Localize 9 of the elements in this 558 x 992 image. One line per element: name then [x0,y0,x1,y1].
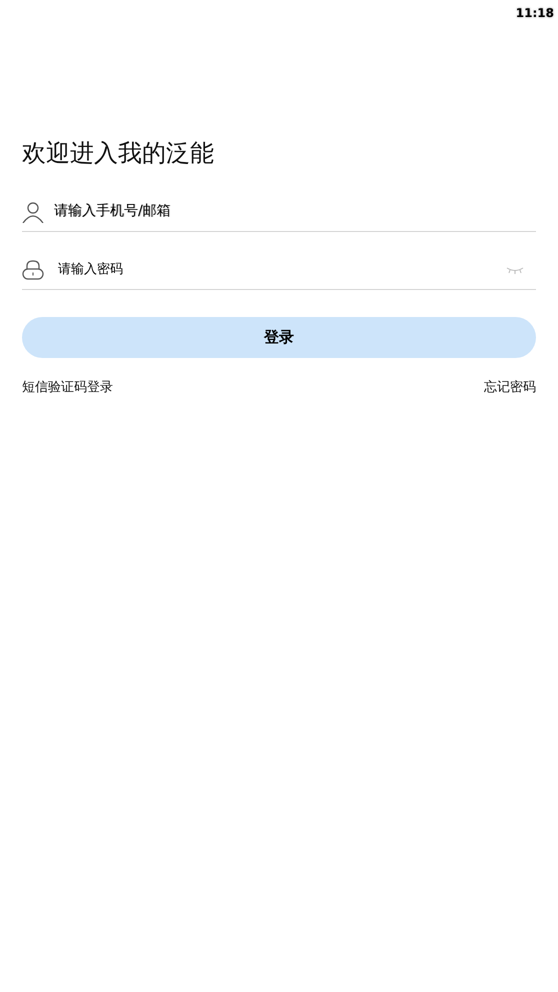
password-input-field[interactable]: 请输入密码 [58,260,506,280]
sms-login-link[interactable]: 短信验证码登录 [22,378,113,398]
forgot-password-link[interactable]: 忘记密码 [484,378,536,398]
status-time: 11:18 [516,5,554,22]
account-input-field[interactable]: 请输入手机号/邮箱 [54,201,536,222]
user-icon [22,200,44,222]
lock-icon [22,260,44,280]
closed-eye-icon[interactable] [506,266,524,274]
welcome-title: 欢迎进入我的泛能 [22,138,215,169]
